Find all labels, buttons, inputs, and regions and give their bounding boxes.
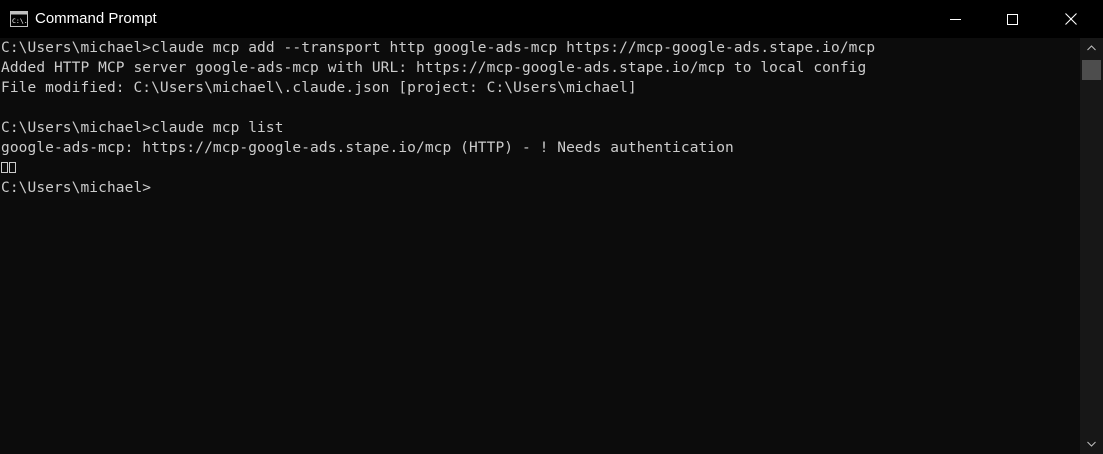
chevron-up-icon <box>1087 45 1096 51</box>
console-line: C:\Users\michael>claude mcp add --transp… <box>1 40 876 56</box>
console-line: File modified: C:\Users\michael\.claude.… <box>1 80 637 96</box>
title-bar[interactable]: C:\. Command Prompt <box>0 0 1103 38</box>
maximize-button[interactable] <box>989 0 1035 38</box>
console-prompt-line: C:\Users\michael> <box>1 180 152 196</box>
vertical-scrollbar[interactable] <box>1080 38 1103 454</box>
minimize-button[interactable] <box>932 0 978 38</box>
scroll-up-button[interactable] <box>1080 38 1103 58</box>
unrenderable-glyph-icon <box>1 162 8 173</box>
scroll-down-button[interactable] <box>1080 434 1103 454</box>
svg-text:C:\.: C:\. <box>12 17 28 25</box>
minimize-icon <box>949 18 961 20</box>
scrollbar-thumb[interactable] <box>1082 60 1101 80</box>
console-line: C:\Users\michael>claude mcp list <box>1 120 284 136</box>
command-prompt-window: C:\. Command Prompt C:\Users\michael>cla… <box>0 0 1103 454</box>
close-icon <box>1065 13 1077 25</box>
maximize-icon <box>1006 13 1018 25</box>
console-output[interactable]: C:\Users\michael>claude mcp add --transp… <box>0 38 1080 454</box>
console-line: Added HTTP MCP server google-ads-mcp wit… <box>1 60 867 76</box>
window-title: Command Prompt <box>35 10 157 27</box>
unrenderable-glyph-line <box>1 158 17 178</box>
console-line: google-ads-mcp: https://mcp-google-ads.s… <box>1 140 734 156</box>
close-button[interactable] <box>1048 0 1094 38</box>
chevron-down-icon <box>1087 441 1096 447</box>
cmd-icon: C:\. <box>10 11 28 27</box>
unrenderable-glyph-icon <box>9 162 16 173</box>
